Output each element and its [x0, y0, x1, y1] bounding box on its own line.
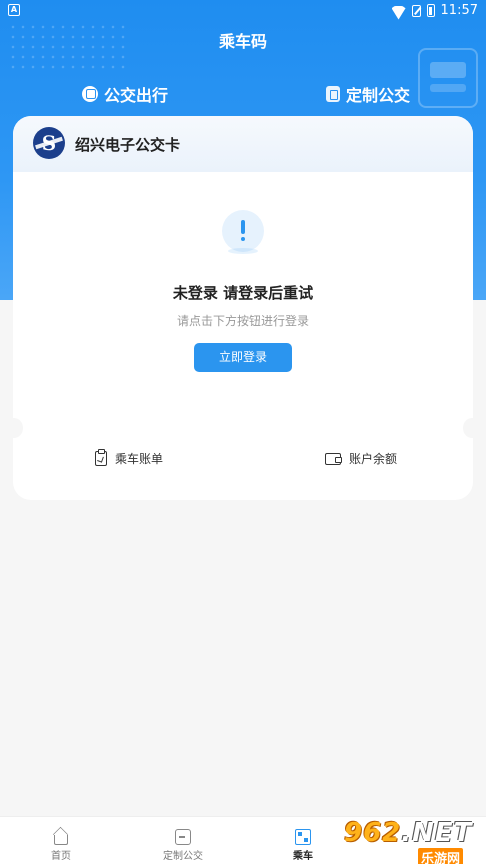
bus-card: S 绍兴电子公交卡 未登录 请登录后重试 请点击下方按钮进行登录 立即登录 乘车… [13, 116, 473, 500]
ride-bill-button[interactable]: 乘车账单 [95, 449, 164, 467]
clock: 11:57 [440, 3, 478, 18]
tab-custom-bus[interactable]: 定制公交 [326, 82, 410, 106]
wallet-icon [325, 452, 342, 465]
chat-icon [175, 829, 191, 845]
nav-custom-bus-label: 定制公交 [163, 851, 203, 862]
wifi-icon [392, 6, 406, 16]
nav-ride[interactable]: 乘车 [263, 829, 343, 862]
watermark-logo: 962.NET 乐游网 [344, 812, 486, 864]
device-illustration [418, 48, 478, 108]
watermark-subtitle: 乐游网 [418, 848, 464, 864]
status-bar: A 11:57 [0, 0, 486, 22]
login-required-hint: 请点击下方按钮进行登录 [176, 314, 309, 328]
shaoxing-bus-logo: S [33, 127, 65, 159]
no-sim-icon [411, 4, 421, 17]
device-illustration-screen [430, 62, 466, 78]
login-button[interactable]: 立即登录 [194, 343, 292, 372]
watermark-suffix: .NET [401, 818, 473, 848]
card-notch-right [463, 418, 481, 438]
nav-custom-bus[interactable]: 定制公交 [143, 829, 223, 862]
tab-bus-travel[interactable]: 公交出行 [82, 82, 168, 106]
login-required-title: 未登录 请登录后重试 [172, 284, 314, 302]
battery-icon [426, 4, 435, 17]
exclamation-icon [222, 210, 264, 254]
tab-label: 定制公交 [346, 86, 411, 105]
nav-ride-label: 乘车 [293, 851, 313, 862]
ride-bill-label: 乘车账单 [115, 452, 164, 466]
watermark-number: 962 [344, 818, 402, 848]
page-title: 乘车码 [218, 32, 267, 51]
card-header: S 绍兴电子公交卡 [13, 116, 473, 172]
app-notification-icon: A [8, 4, 20, 16]
account-balance-label: 账户余额 [349, 452, 398, 466]
account-balance-button[interactable]: 账户余额 [325, 450, 397, 467]
bus-icon [82, 86, 98, 102]
device-illustration-slot [430, 84, 466, 92]
home-icon [54, 835, 68, 845]
card-name: 绍兴电子公交卡 [75, 136, 181, 154]
card-notch-left [5, 418, 23, 438]
qr-code-icon [295, 829, 311, 845]
nav-home[interactable]: 首页 [21, 829, 101, 862]
custom-bus-icon [326, 86, 340, 102]
bill-icon [95, 449, 107, 466]
nav-home-label: 首页 [51, 851, 71, 862]
tab-label: 公交出行 [104, 86, 169, 105]
